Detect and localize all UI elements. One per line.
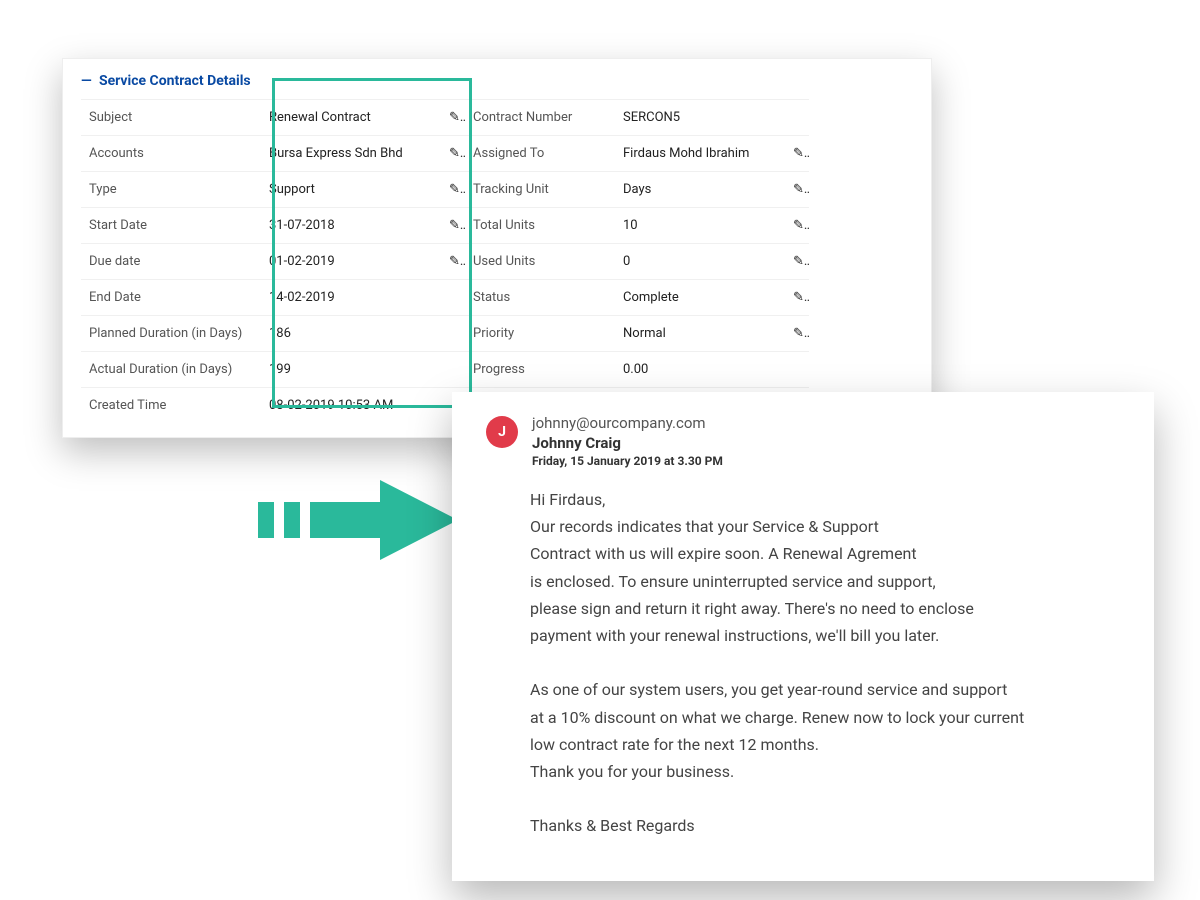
field-value: 199 [261,351,441,387]
field-label: Created Time [81,387,261,423]
field-label: Planned Duration (in Days) [81,315,261,351]
field-value: 0.00 [615,351,785,387]
field-value: 31-07-2018 [261,207,441,243]
field-label: Accounts [81,135,261,171]
field-value: 01-02-2019 [261,243,441,279]
field-label: Start Date [81,207,261,243]
field-value: 08-02-2019 10:53 AM [261,387,441,423]
edit-icon[interactable]: ✎ [785,315,809,351]
field-value: Firdaus Mohd Ibrahim [615,135,785,171]
edit-icon[interactable]: ✎ [785,279,809,315]
edit-icon[interactable]: ✎ [785,171,809,207]
field-label: Tracking Unit [465,171,615,207]
edit-icon[interactable]: ✎ [441,135,465,171]
field-label: End Date [81,279,261,315]
field-label: Status [465,279,615,315]
edit-icon[interactable]: ✎ [441,207,465,243]
field-value: SERCON5 [615,99,785,135]
edit-icon[interactable]: ✎ [785,243,809,279]
email-meta: johnny@ourcompany.com Johnny Craig Frida… [532,414,723,468]
section-header[interactable]: — Service Contract Details [63,59,931,99]
field-label: Type [81,171,261,207]
collapse-icon[interactable]: — [81,73,91,89]
service-contract-details-panel: — Service Contract Details SubjectRenewa… [62,58,932,438]
edit-icon[interactable]: ✎ [441,243,465,279]
field-value: Normal [615,315,785,351]
edit-icon[interactable]: ✎ [441,171,465,207]
field-value: Renewal Contract [261,99,441,135]
arrow-icon [258,480,458,560]
field-value: 10 [615,207,785,243]
field-label: Total Units [465,207,615,243]
field-label: Used Units [465,243,615,279]
edit-icon[interactable]: ✎ [785,207,809,243]
edit-icon [441,279,465,315]
section-title: Service Contract Details [99,73,251,89]
avatar: J [486,416,518,448]
field-value: 14-02-2019 [261,279,441,315]
email-sender-name: Johnny Craig [532,434,723,452]
email-body: Hi Firdaus, Our records indicates that y… [530,486,1120,839]
field-label: Due date [81,243,261,279]
field-value: 0 [615,243,785,279]
edit-icon [441,351,465,387]
field-label: Subject [81,99,261,135]
field-value: Support [261,171,441,207]
edit-icon[interactable]: ✎ [441,99,465,135]
edit-icon [785,99,809,135]
email-header: J johnny@ourcompany.com Johnny Craig Fri… [486,414,1120,468]
field-value: Bursa Express Sdn Bhd [261,135,441,171]
field-value: Days [615,171,785,207]
edit-icon[interactable]: ✎ [785,135,809,171]
edit-icon [785,351,809,387]
field-label: Priority [465,315,615,351]
field-label: Assigned To [465,135,615,171]
details-grid: SubjectRenewal Contract✎Contract NumberS… [63,99,931,437]
edit-icon [441,315,465,351]
field-label: Contract Number [465,99,615,135]
field-label: Actual Duration (in Days) [81,351,261,387]
field-value: 186 [261,315,441,351]
email-preview-card: J johnny@ourcompany.com Johnny Craig Fri… [452,392,1154,881]
field-value: Complete [615,279,785,315]
email-address: johnny@ourcompany.com [532,414,723,432]
field-label: Progress [465,351,615,387]
email-date: Friday, 15 January 2019 at 3.30 PM [532,454,723,468]
